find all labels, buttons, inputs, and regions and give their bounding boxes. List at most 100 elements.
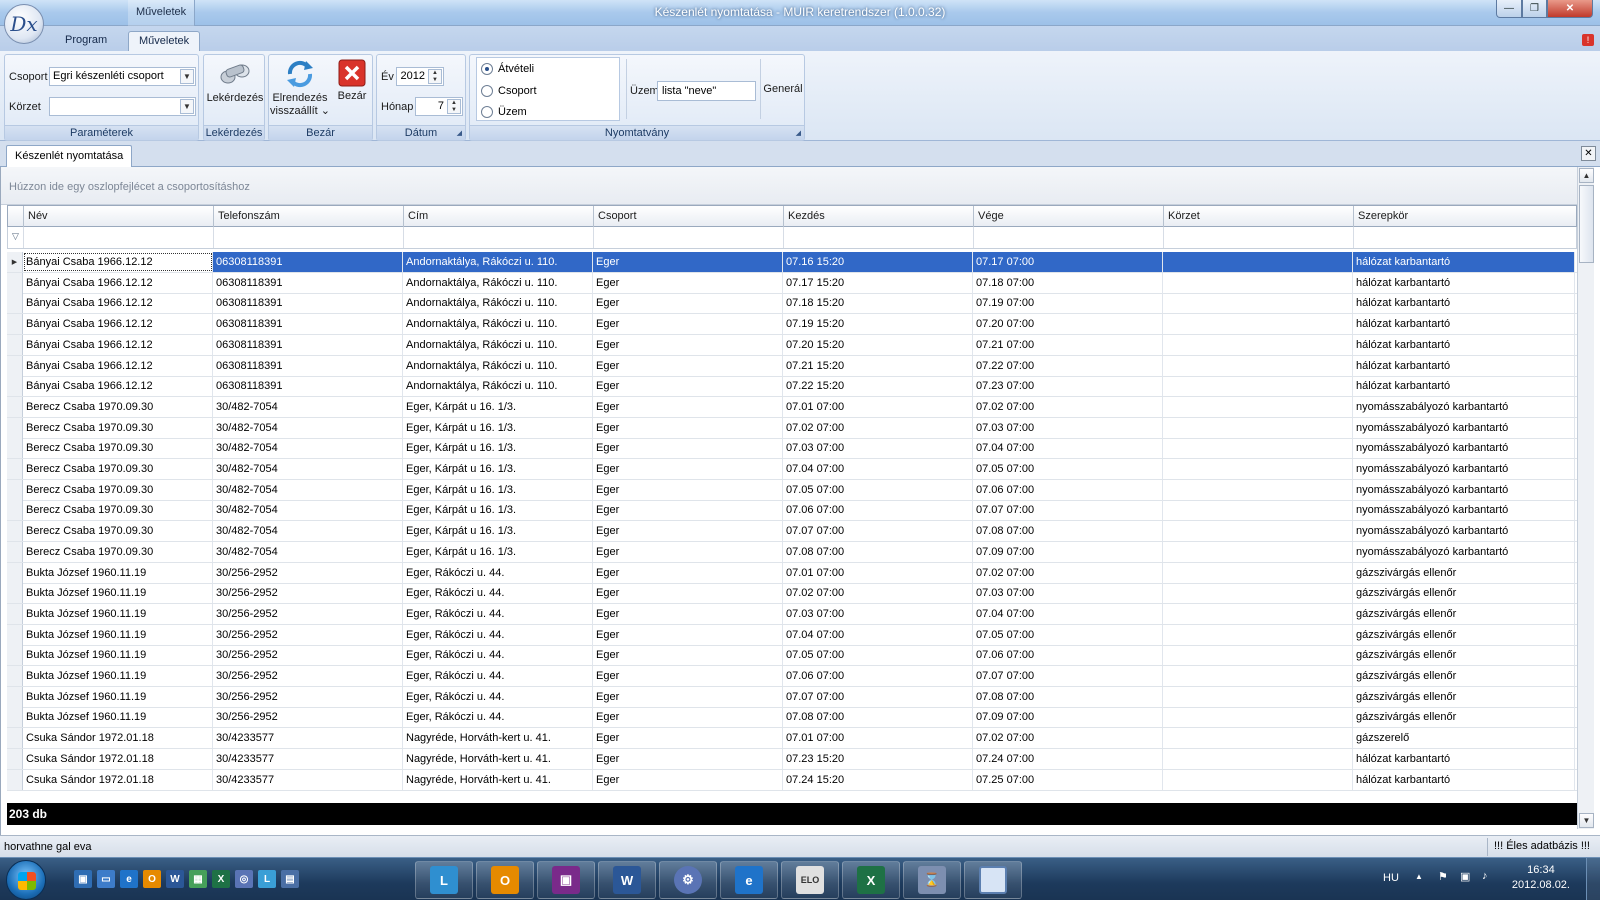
scroll-down-icon[interactable]: ▼ [1579, 813, 1594, 828]
radio-uzem[interactable]: Üzem [481, 104, 527, 120]
table-row[interactable]: Bukta József 1960.11.19 30/256-2952 Eger, … [7, 583, 1577, 605]
row-indicator[interactable] [7, 417, 23, 438]
minimize-button[interactable]: — [1496, 0, 1522, 18]
table-cell[interactable]: 07.18 07:00 [973, 272, 1163, 293]
csoport-select[interactable]: Egri készenléti csoport ▼ [49, 67, 196, 86]
radio-button[interactable] [481, 85, 493, 97]
table-cell[interactable]: Berecz Csaba 1970.09.30 [23, 521, 213, 542]
table-cell[interactable]: 07.08 07:00 [783, 541, 973, 562]
table-cell[interactable]: Berecz Csaba 1970.09.30 [23, 438, 213, 459]
network-icon[interactable]: ▣ [1460, 870, 1470, 883]
maximize-button[interactable]: ❐ [1522, 0, 1547, 18]
table-cell[interactable]: gázszivárgás ellenőr [1353, 686, 1575, 707]
table-cell[interactable]: Eger [593, 583, 783, 604]
table-row[interactable]: Berecz Csaba 1970.09.30 30/482-7054 Eger, … [7, 396, 1577, 418]
table-cell[interactable]: Eger [593, 541, 783, 562]
table-cell[interactable]: 07.21 15:20 [783, 355, 973, 376]
table-cell[interactable]: Eger, Kárpát u 16. 1/3. [403, 500, 593, 521]
show-desktop-button[interactable] [1586, 858, 1600, 900]
dialog-launcher-icon[interactable]: ◢ [796, 129, 801, 137]
table-cell[interactable]: Bányai Csaba 1966.12.12 [23, 376, 213, 397]
table-cell[interactable]: Eger [593, 252, 783, 272]
table-cell[interactable]: 30/256-2952 [213, 686, 403, 707]
row-indicator[interactable] [7, 583, 23, 604]
table-cell[interactable]: 30/256-2952 [213, 603, 403, 624]
row-indicator[interactable]: ▶ [7, 252, 23, 272]
table-cell[interactable]: 06308118391 [213, 355, 403, 376]
table-row[interactable]: Berecz Csaba 1970.09.30 30/482-7054 Eger, … [7, 541, 1577, 563]
table-cell[interactable]: Eger [593, 562, 783, 583]
table-cell[interactable]: 30/256-2952 [213, 583, 403, 604]
table-cell[interactable]: hálózat karbantartó [1353, 334, 1575, 355]
table-cell[interactable]: Andornaktálya, Rákóczi u. 110. [403, 376, 593, 397]
table-cell[interactable]: Bányai Csaba 1966.12.12 [23, 355, 213, 376]
table-cell[interactable]: 07.04 07:00 [973, 603, 1163, 624]
taskbar-app-window[interactable] [964, 861, 1022, 899]
table-cell[interactable]: Eger [593, 728, 783, 749]
table-row[interactable]: Berecz Csaba 1970.09.30 30/482-7054 Eger, … [7, 500, 1577, 522]
table-cell[interactable]: hálózat karbantartó [1353, 252, 1575, 272]
table-cell[interactable]: 30/4233577 [213, 769, 403, 790]
column-header-nev[interactable]: Név [24, 206, 214, 227]
layout-reset-button[interactable]: Elrendezés visszaállít ⌄ [270, 59, 330, 118]
table-cell[interactable]: gázszivárgás ellenőr [1353, 603, 1575, 624]
dialog-launcher-icon[interactable]: ◢ [457, 129, 462, 137]
table-cell[interactable]: 30/4233577 [213, 748, 403, 769]
chevron-down-icon[interactable]: ▼ [180, 99, 194, 114]
table-cell[interactable]: 06308118391 [213, 272, 403, 293]
table-cell[interactable]: 06308118391 [213, 293, 403, 314]
table-cell[interactable]: 07.04 07:00 [783, 459, 973, 479]
table-cell[interactable]: 07.09 07:00 [973, 541, 1163, 562]
month-spinner[interactable]: 7 ▲ ▼ [415, 97, 463, 116]
table-cell[interactable]: Bukta József 1960.11.19 [23, 562, 213, 583]
table-row[interactable]: Bukta József 1960.11.19 30/256-2952 Eger, … [7, 603, 1577, 625]
table-cell[interactable]: Berecz Csaba 1970.09.30 [23, 459, 213, 479]
table-cell[interactable]: nyomásszabályozó karbantartó [1353, 459, 1575, 479]
app-quick-icon[interactable]: ◎ [235, 870, 253, 888]
table-cell[interactable] [1163, 603, 1353, 624]
query-button[interactable]: Lekérdezés [206, 59, 264, 105]
table-cell[interactable] [1163, 272, 1353, 293]
table-row[interactable]: Bányai Csaba 1966.12.12 06308118391 Andorn… [7, 355, 1577, 377]
table-cell[interactable]: Eger [593, 500, 783, 521]
row-indicator[interactable] [7, 666, 23, 686]
table-cell[interactable]: Eger [593, 459, 783, 479]
table-row[interactable]: Berecz Csaba 1970.09.30 30/482-7054 Eger, … [7, 417, 1577, 439]
table-cell[interactable]: 07.09 07:00 [973, 707, 1163, 728]
desktop-icon[interactable]: ▭ [97, 870, 115, 888]
table-row[interactable]: Bányai Csaba 1966.12.12 06308118391 Andorn… [7, 334, 1577, 356]
row-indicator[interactable] [7, 396, 23, 417]
table-row[interactable]: Csuka Sándor 1972.01.18 30/4233577 Nagyréd… [7, 769, 1577, 791]
volume-icon[interactable]: ♪ [1482, 870, 1488, 882]
table-row[interactable]: Csuka Sándor 1972.01.18 30/4233577 Nagyréd… [7, 728, 1577, 750]
table-cell[interactable]: Andornaktálya, Rákóczi u. 110. [403, 272, 593, 293]
table-cell[interactable] [1163, 624, 1353, 645]
row-indicator[interactable] [7, 748, 23, 769]
table-cell[interactable]: Csuka Sándor 1972.01.18 [23, 748, 213, 769]
table-cell[interactable] [1163, 479, 1353, 500]
table-cell[interactable]: nyomásszabályozó karbantartó [1353, 479, 1575, 500]
table-cell[interactable]: 07.08 07:00 [783, 707, 973, 728]
table-cell[interactable]: Bányai Csaba 1966.12.12 [23, 252, 213, 272]
table-cell[interactable]: 06308118391 [213, 314, 403, 335]
table-cell[interactable] [1163, 666, 1353, 686]
taskbar-app-lync[interactable]: L [415, 861, 473, 899]
table-cell[interactable]: 07.06 07:00 [783, 500, 973, 521]
filter-cell[interactable] [24, 227, 214, 248]
table-cell[interactable]: Bukta József 1960.11.19 [23, 583, 213, 604]
table-cell[interactable]: 30/256-2952 [213, 624, 403, 645]
table-cell[interactable]: 07.04 07:00 [973, 438, 1163, 459]
table-cell[interactable]: 30/482-7054 [213, 521, 403, 542]
table-cell[interactable]: 30/256-2952 [213, 666, 403, 686]
table-cell[interactable]: Eger, Kárpát u 16. 1/3. [403, 396, 593, 417]
table-cell[interactable]: Bukta József 1960.11.19 [23, 666, 213, 686]
lync-quick-icon[interactable]: L [258, 870, 276, 888]
table-cell[interactable]: 30/256-2952 [213, 645, 403, 666]
table-cell[interactable]: Eger, Rákóczi u. 44. [403, 583, 593, 604]
row-indicator[interactable] [7, 603, 23, 624]
remote-desktop-icon[interactable]: ▣ [74, 870, 92, 888]
table-cell[interactable] [1163, 376, 1353, 397]
radio-csoport[interactable]: Csoport [481, 83, 537, 99]
column-header-cim[interactable]: Cím [404, 206, 594, 227]
table-cell[interactable]: Berecz Csaba 1970.09.30 [23, 500, 213, 521]
